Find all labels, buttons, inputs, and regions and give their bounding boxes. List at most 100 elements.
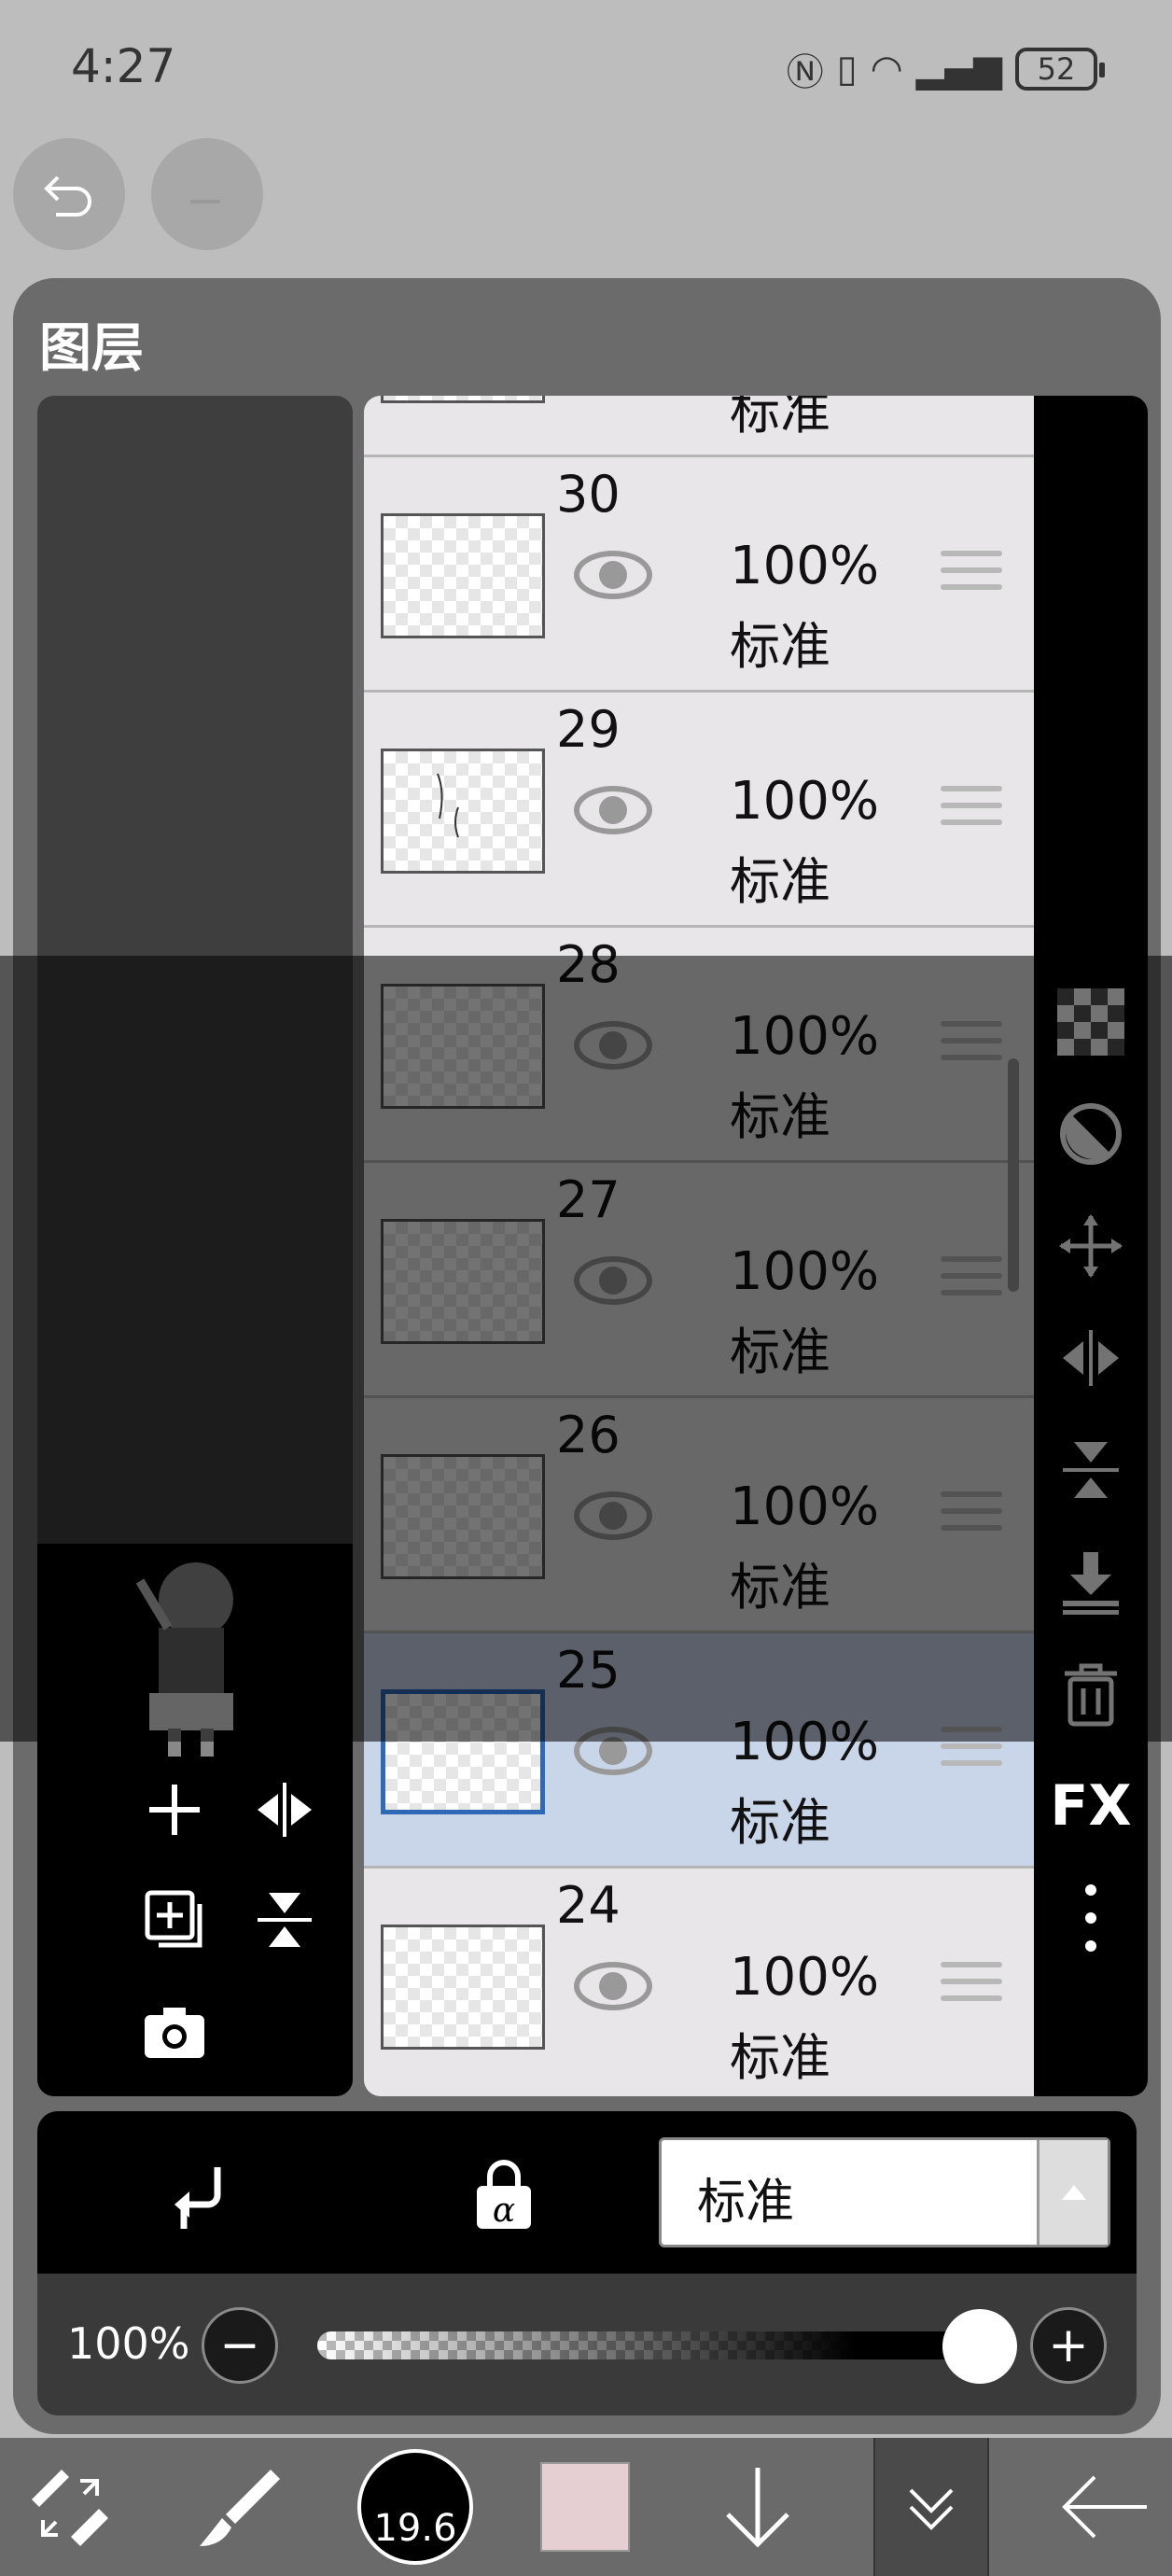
brush-tool-button[interactable] [192, 2438, 286, 2576]
layer-thumbnail[interactable] [381, 1219, 545, 1344]
flip-horizontal-icon [1063, 1330, 1119, 1386]
undo-button[interactable] [13, 138, 125, 250]
drag-handle-icon[interactable] [941, 1962, 1002, 2012]
drag-handle-icon[interactable] [941, 1256, 1002, 1307]
opacity-value: 100% [67, 2318, 190, 2369]
layer-thumbnail[interactable] [381, 396, 545, 403]
dropdown-arrow-icon[interactable] [1037, 2140, 1108, 2245]
layer-thumbnail[interactable] [381, 1454, 545, 1579]
layer-blend-mode: 标准 [730, 2028, 830, 2087]
layer-list-scrollbar[interactable] [1008, 1058, 1019, 1292]
flip-vertical-button[interactable] [1049, 1428, 1133, 1512]
tool-switch-button[interactable] [24, 2438, 114, 2576]
layer-row[interactable]: 24 100% 标准 [364, 1869, 1034, 2096]
alpha-lock-icon: α [477, 2160, 531, 2230]
layer-thumbnail[interactable] [381, 1689, 545, 1814]
drag-handle-icon[interactable] [941, 786, 1002, 836]
drag-handle-icon[interactable] [941, 551, 1002, 601]
layer-row[interactable]: 26 100% 标准 [364, 1398, 1034, 1633]
transparency-button[interactable] [1049, 980, 1133, 1064]
merge-down-icon [1063, 1552, 1119, 1615]
opacity-slider[interactable] [317, 2331, 989, 2359]
arrow-down-icon [726, 2468, 789, 2548]
status-icons: Ⓝ ▯ ◠ ▂▄▆ 52 [786, 42, 1105, 96]
svg-text:α: α [493, 2191, 515, 2230]
drag-handle-icon[interactable] [941, 1727, 1002, 1777]
flip-horizontal-button[interactable] [243, 1768, 327, 1852]
layers-button[interactable] [873, 2438, 989, 2576]
clipping-button[interactable] [151, 2149, 244, 2242]
delete-layer-button[interactable] [1049, 1652, 1133, 1736]
eye-icon[interactable] [571, 1723, 655, 1779]
layer-row[interactable]: 标准 [364, 396, 1034, 457]
layer-number: 29 [556, 700, 621, 759]
brush-icon [200, 2470, 280, 2546]
layer-number: 28 [556, 935, 621, 994]
drag-handle-icon[interactable] [941, 1021, 1002, 1071]
canvas-thumbnail[interactable] [37, 1544, 353, 1757]
opacity-slider-knob[interactable] [942, 2309, 1017, 2384]
layer-row[interactable]: 29 100% 标准 [364, 693, 1034, 928]
merge-down-button[interactable] [1049, 1540, 1133, 1624]
flip-vertical-button[interactable] [243, 1878, 327, 1962]
vibrate-icon: ▯ [836, 48, 858, 91]
layer-move-down-button[interactable] [711, 2438, 804, 2576]
panel-title: 图层 [39, 318, 144, 379]
drag-handle-icon[interactable] [941, 1491, 1002, 1542]
opacity-increase-button[interactable]: + [1030, 2307, 1107, 2384]
left-layer-toolbar [37, 1757, 353, 2096]
layer-opacity: 100% [730, 1477, 880, 1537]
layer-number: 24 [556, 1876, 621, 1935]
canvas-preview-area [37, 396, 353, 2096]
wifi-icon: ◠ [870, 48, 903, 91]
layer-opacity: 100% [730, 1712, 880, 1772]
flip-horizontal-button[interactable] [1049, 1316, 1133, 1400]
duplicate-layer-button[interactable] [133, 1878, 216, 1962]
eye-icon[interactable] [571, 547, 655, 603]
eye-icon[interactable] [571, 1017, 655, 1073]
layer-row-selected[interactable]: 25 100% 标准 [364, 1633, 1034, 1869]
layer-blend-mode: 标准 [730, 1793, 830, 1852]
more-vertical-icon [1085, 1884, 1096, 1952]
layer-blend-mode: 标准 [730, 852, 830, 911]
redo-button[interactable] [151, 138, 263, 250]
alpha-lock-button[interactable]: α [457, 2149, 551, 2242]
layer-thumbnail[interactable] [381, 749, 545, 874]
flip-vertical-icon [1063, 1442, 1119, 1498]
layer-row[interactable]: 28 100% 标准 [364, 928, 1034, 1163]
layer-blend-mode: 标准 [730, 1558, 830, 1617]
eye-icon[interactable] [571, 1253, 655, 1309]
camera-import-button[interactable] [133, 1990, 216, 2074]
layer-opacity: 100% [730, 771, 880, 832]
opacity-bar: 100% − + [37, 2274, 1137, 2415]
eye-icon[interactable] [571, 782, 655, 838]
redo-icon [190, 200, 220, 203]
more-button[interactable] [1049, 1876, 1133, 1960]
layer-thumbnail[interactable] [381, 984, 545, 1109]
layer-blend-mode: 标准 [730, 1087, 830, 1146]
fx-button[interactable]: FX [1049, 1764, 1133, 1848]
layer-list[interactable]: 标准 30 100% 标准 29 100% 标准 28 100% 标准 27 1… [364, 396, 1034, 2096]
layer-opacity: 100% [730, 1006, 880, 1067]
add-icon [149, 1785, 200, 1835]
blend-mode-dropdown[interactable]: 标准 [659, 2137, 1110, 2247]
brush-size-button[interactable]: 19.6 [355, 2438, 476, 2576]
layer-thumbnail[interactable] [381, 1925, 545, 2050]
layer-thumbnail[interactable] [381, 513, 545, 638]
eye-icon[interactable] [571, 1488, 655, 1544]
layer-number: 25 [556, 1641, 621, 1700]
back-button[interactable] [1053, 2438, 1155, 2576]
eye-icon[interactable] [571, 1958, 655, 2014]
move-icon [1059, 1214, 1123, 1278]
add-layer-button[interactable] [133, 1768, 216, 1852]
circle-mask-button[interactable] [1049, 1092, 1133, 1176]
layer-number: 30 [556, 465, 621, 524]
opacity-decrease-button[interactable]: − [202, 2307, 278, 2384]
nfc-icon: Ⓝ [786, 51, 824, 94]
right-layer-toolbar: FX [1034, 396, 1148, 2096]
layer-row[interactable]: 27 100% 标准 [364, 1163, 1034, 1398]
layer-row[interactable]: 30 100% 标准 [364, 457, 1034, 693]
blend-mode-value: 标准 [697, 2175, 795, 2231]
move-button[interactable] [1049, 1204, 1133, 1288]
color-button[interactable] [539, 2438, 631, 2576]
